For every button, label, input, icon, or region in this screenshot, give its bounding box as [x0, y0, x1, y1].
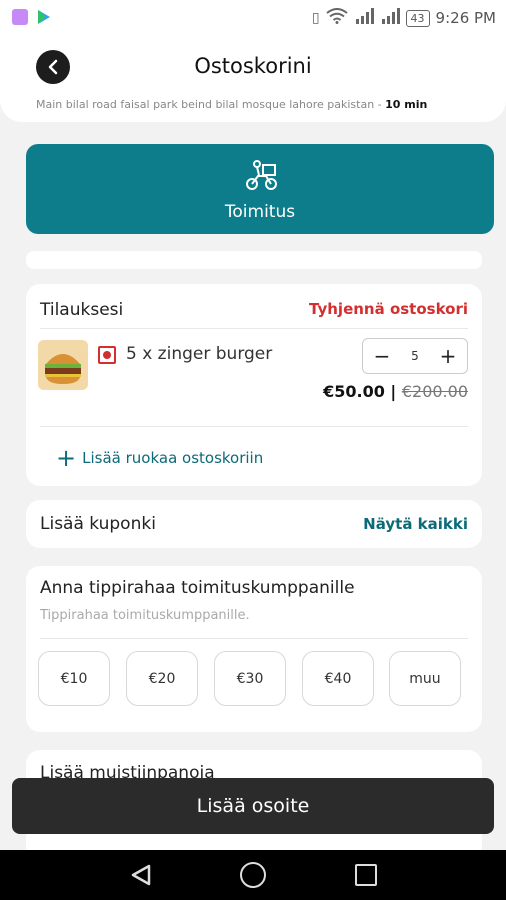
orders-card: Tilauksesi Tyhjennä ostoskori 5 x zinger… [26, 284, 482, 486]
tip-option-30[interactable]: €30 [214, 651, 286, 706]
delivery-label: Toimitus [224, 202, 296, 222]
eta-text: 10 min [385, 98, 428, 111]
coupon-label: Lisää kuponki [40, 514, 156, 534]
play-store-icon [36, 9, 52, 29]
delivery-scooter-icon [244, 158, 278, 196]
nav-home-icon[interactable] [240, 862, 266, 888]
item-price: €50.00 | €200.00 [323, 382, 468, 401]
battery-indicator: 43 [405, 9, 430, 27]
status-bar: ▯ 43 9:26 PM [0, 0, 506, 36]
non-veg-indicator-icon [98, 346, 116, 364]
tip-subtitle: Tippirahaa toimituskumppanille. [40, 608, 250, 623]
nav-back-icon[interactable] [130, 864, 152, 890]
decrease-quantity-button[interactable]: − [369, 342, 395, 370]
spacer-card [26, 251, 482, 269]
coupon-card[interactable]: Lisää kuponki Näytä kaikki [26, 500, 482, 548]
divider [40, 638, 468, 639]
tip-option-20[interactable]: €20 [126, 651, 198, 706]
clear-cart-link[interactable]: Tyhjennä ostoskori [309, 300, 468, 318]
quantity-stepper: − 5 + [362, 338, 468, 374]
add-address-button[interactable]: Lisää osoite [12, 778, 494, 834]
tip-option-10[interactable]: €10 [38, 651, 110, 706]
wifi-icon [325, 8, 348, 28]
increase-quantity-button[interactable]: + [435, 342, 461, 370]
cart-item-name: 5 x zinger burger [126, 344, 273, 364]
tip-card: Anna tippirahaa toimituskumppanille Tipp… [26, 566, 482, 732]
add-more-label: Lisää ruokaa ostoskoriin [82, 449, 264, 467]
signal-icon-2 [380, 7, 400, 29]
delivery-mode-button[interactable]: Toimitus [26, 144, 494, 234]
page-header: Ostoskorini Main bilal road faisal park … [0, 36, 506, 122]
nav-recents-icon[interactable] [355, 864, 377, 886]
tip-option-40[interactable]: €40 [302, 651, 374, 706]
tip-title: Anna tippirahaa toimituskumppanille [40, 578, 355, 598]
signal-icon [354, 7, 374, 29]
vibrate-icon: ▯ [311, 10, 320, 26]
clock: 9:26 PM [435, 9, 496, 27]
divider [40, 328, 468, 329]
delivery-address: Main bilal road faisal park beind bilal … [36, 98, 428, 111]
divider [40, 426, 468, 427]
page-title: Ostoskorini [194, 54, 312, 78]
see-all-coupons-link[interactable]: Näytä kaikki [363, 515, 468, 533]
original-price: €200.00 [401, 382, 468, 401]
current-price: €50.00 [323, 382, 385, 401]
system-nav-bar [0, 850, 506, 900]
add-more-food-button[interactable]: + Lisää ruokaa ostoskoriin [56, 444, 264, 472]
address-text: Main bilal road faisal park beind bilal … [36, 98, 375, 111]
quantity-value: 5 [411, 349, 419, 363]
burger-image [38, 340, 88, 390]
tip-option-other[interactable]: muu [389, 651, 461, 706]
app-notification-icon [12, 9, 28, 25]
orders-title: Tilauksesi [40, 300, 124, 320]
plus-icon: + [56, 444, 77, 472]
